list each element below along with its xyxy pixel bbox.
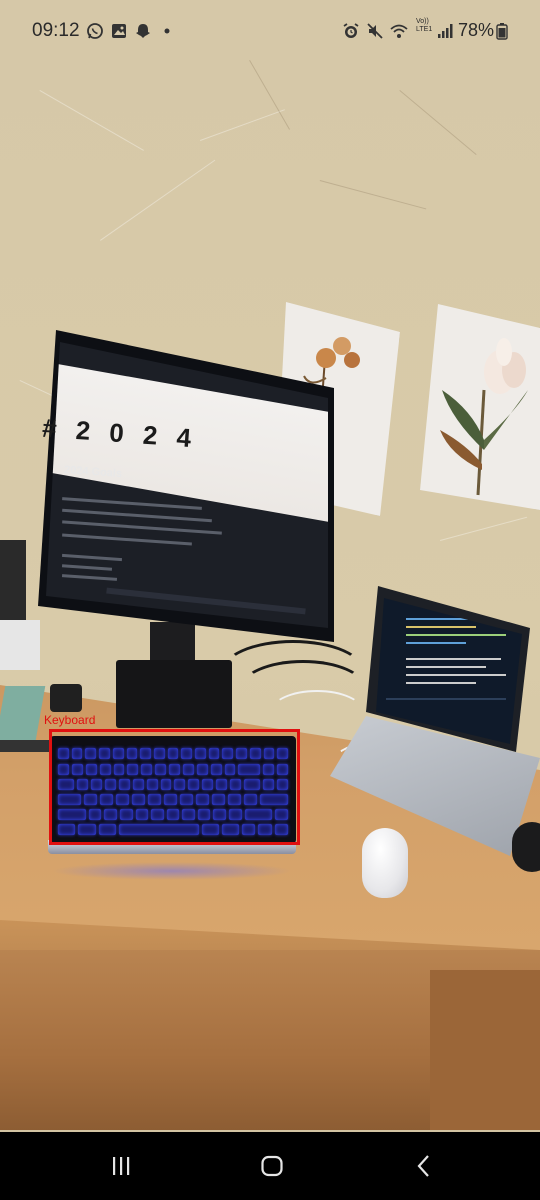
battery-percentage: 78% [458, 20, 495, 40]
cable [270, 690, 364, 734]
code-line [406, 682, 476, 684]
recent-apps-button[interactable] [101, 1150, 141, 1182]
code-line [406, 626, 476, 628]
whatsapp-icon [87, 23, 103, 39]
wall-texture [200, 109, 285, 141]
signal-icon [438, 24, 453, 38]
keyboard-glow [52, 862, 292, 880]
black-mouse [512, 822, 540, 872]
code-line [406, 658, 501, 660]
navigation-bar [0, 1132, 540, 1200]
recent-apps-icon [113, 1157, 130, 1175]
wall-texture [39, 90, 144, 151]
magnolia-illustration [440, 338, 528, 496]
table-row [62, 497, 202, 510]
photo-viewer: # 2 0 2 4 2024 Goals Keyboard [0, 0, 540, 1200]
table-row [62, 533, 192, 546]
keyboard-highlight-label: Keyboard [44, 713, 96, 727]
wall-texture [319, 180, 427, 210]
back-icon [417, 1155, 429, 1177]
snapchat-icon [136, 24, 150, 38]
wall-texture [100, 159, 216, 241]
gallery-icon [112, 24, 126, 38]
alarm-icon [343, 23, 359, 38]
code-line [406, 666, 486, 668]
home-button[interactable] [252, 1150, 292, 1182]
mute-icon [367, 23, 383, 39]
wall-texture [440, 516, 528, 541]
list-item [61, 553, 123, 562]
status-time: 09:12 [32, 20, 80, 41]
charger [50, 684, 82, 712]
table-row [62, 520, 222, 535]
code-line [386, 698, 506, 700]
code-line [406, 642, 466, 644]
list-item [61, 574, 118, 581]
lte-label-top: Vo)) [416, 18, 429, 25]
wifi-icon [390, 24, 408, 38]
table-row [62, 508, 212, 523]
back-button[interactable] [404, 1150, 444, 1182]
lte-icon: Vo)) LTE1 [416, 18, 432, 34]
books-stack [0, 540, 26, 620]
box [0, 620, 40, 670]
dot-icon [164, 28, 170, 34]
monitor-base [116, 660, 232, 728]
keyboard-highlight-box [49, 729, 300, 845]
home-icon [261, 1155, 283, 1177]
white-mouse [362, 828, 408, 898]
notebook-dark [0, 740, 50, 752]
code-line [406, 674, 506, 676]
battery-icon [496, 23, 508, 40]
lte-label-bottom: LTE1 [416, 26, 433, 33]
desk-side-panel [430, 970, 540, 1130]
wall-texture [399, 90, 477, 156]
status-bar: 09:12 Vo)) LTE1 78% [0, 0, 540, 60]
code-line [406, 634, 506, 636]
list-item [61, 564, 113, 571]
